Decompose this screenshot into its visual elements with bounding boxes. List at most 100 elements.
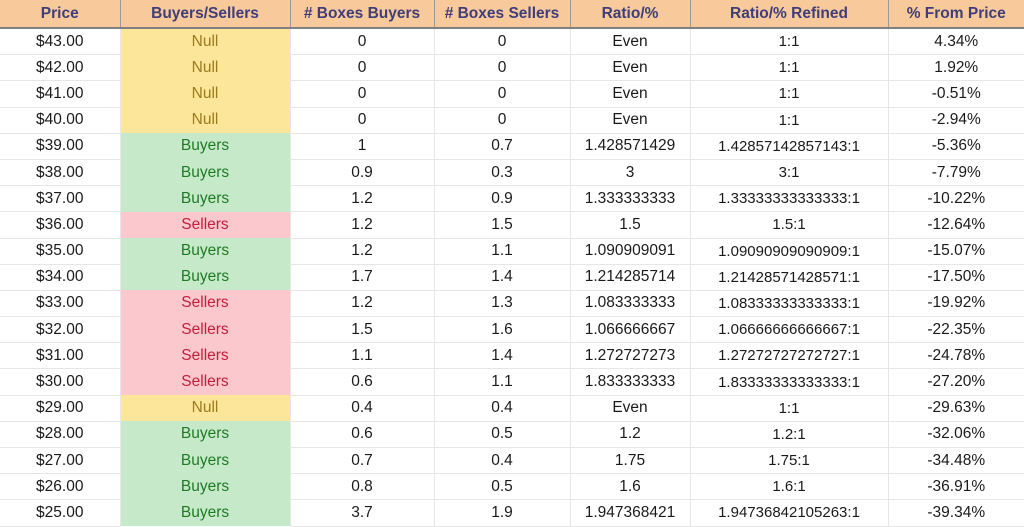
cell-side-null[interactable]: Null [120, 28, 291, 55]
cell-boxsell[interactable]: 0 [434, 80, 571, 108]
cell-boxbuy[interactable]: 0.9 [290, 159, 435, 187]
cell-frompx[interactable]: -19.92% [888, 290, 1024, 318]
cell-ratioref[interactable]: 1.27272727272727:1 [690, 342, 889, 370]
cell-boxbuy[interactable]: 1.2 [290, 238, 435, 265]
cell-boxbuy[interactable]: 0.4 [290, 395, 435, 422]
cell-price[interactable]: $36.00 [0, 211, 121, 239]
cell-frompx[interactable]: -15.07% [888, 238, 1024, 265]
cell-boxbuy[interactable]: 1.2 [290, 185, 435, 213]
cell-ratioref[interactable]: 1.09090909090909:1 [690, 238, 889, 265]
cell-side-null[interactable]: Null [120, 107, 291, 134]
cell-side-buyers[interactable]: Buyers [120, 185, 291, 212]
cell-ratio[interactable]: 1.833333333 [570, 368, 691, 396]
cell-ratioref[interactable]: 1.06666666666667:1 [690, 316, 889, 344]
cell-price[interactable]: $34.00 [0, 264, 121, 291]
cell-boxsell[interactable]: 1.3 [434, 290, 571, 318]
cell-side-buyers[interactable]: Buyers [120, 133, 291, 160]
column-header-frompx[interactable]: % From Price [888, 0, 1024, 29]
cell-frompx[interactable]: -5.36% [888, 133, 1024, 160]
cell-boxbuy[interactable]: 0.7 [290, 447, 435, 475]
cell-frompx[interactable]: -39.34% [888, 499, 1024, 527]
cell-ratio[interactable]: 1.947368421 [570, 499, 691, 527]
column-header-side[interactable]: Buyers/Sellers [120, 0, 291, 29]
cell-price[interactable]: $42.00 [0, 54, 121, 82]
cell-ratio[interactable]: 1.428571429 [570, 133, 691, 160]
cell-ratio[interactable]: 1.066666667 [570, 316, 691, 344]
cell-boxsell[interactable]: 1.4 [434, 342, 571, 370]
column-header-boxbuy[interactable]: # Boxes Buyers [290, 0, 435, 29]
cell-frompx[interactable]: -7.79% [888, 159, 1024, 187]
cell-frompx[interactable]: 1.92% [888, 54, 1024, 82]
cell-ratio[interactable]: 1.75 [570, 447, 691, 475]
cell-price[interactable]: $39.00 [0, 133, 121, 160]
cell-boxbuy[interactable]: 3.7 [290, 499, 435, 527]
cell-ratioref[interactable]: 1:1 [690, 395, 889, 422]
cell-price[interactable]: $43.00 [0, 28, 121, 56]
cell-boxbuy[interactable]: 0 [290, 54, 435, 82]
cell-side-buyers[interactable]: Buyers [120, 159, 291, 186]
cell-side-null[interactable]: Null [120, 54, 291, 81]
cell-price[interactable]: $33.00 [0, 290, 121, 318]
cell-frompx[interactable]: -27.20% [888, 368, 1024, 396]
cell-boxsell[interactable]: 0 [434, 28, 571, 56]
cell-ratio[interactable]: 1.6 [570, 473, 691, 501]
column-header-ratioref[interactable]: Ratio/% Refined [690, 0, 889, 29]
cell-frompx[interactable]: -0.51% [888, 80, 1024, 108]
cell-boxbuy[interactable]: 1.2 [290, 211, 435, 239]
cell-side-buyers[interactable]: Buyers [120, 473, 291, 500]
cell-boxbuy[interactable]: 1.5 [290, 316, 435, 344]
cell-boxbuy[interactable]: 0 [290, 28, 435, 56]
cell-ratioref[interactable]: 1.6:1 [690, 473, 889, 501]
cell-ratio[interactable]: 1.214285714 [570, 264, 691, 291]
cell-side-sellers[interactable]: Sellers [120, 290, 291, 317]
cell-frompx[interactable]: -17.50% [888, 264, 1024, 291]
cell-price[interactable]: $27.00 [0, 447, 121, 475]
cell-ratioref[interactable]: 1.75:1 [690, 447, 889, 475]
cell-boxsell[interactable]: 1.4 [434, 264, 571, 291]
cell-ratio[interactable]: Even [570, 28, 691, 56]
cell-boxbuy[interactable]: 0.6 [290, 368, 435, 396]
cell-price[interactable]: $40.00 [0, 107, 121, 134]
cell-boxsell[interactable]: 0.3 [434, 159, 571, 187]
cell-frompx[interactable]: -2.94% [888, 107, 1024, 134]
cell-ratio[interactable]: 1.333333333 [570, 185, 691, 213]
cell-ratio[interactable]: Even [570, 80, 691, 108]
cell-side-buyers[interactable]: Buyers [120, 447, 291, 474]
cell-ratio[interactable]: Even [570, 107, 691, 134]
cell-ratioref[interactable]: 1.2:1 [690, 421, 889, 449]
cell-side-sellers[interactable]: Sellers [120, 368, 291, 396]
cell-ratioref[interactable]: 1.94736842105263:1 [690, 499, 889, 527]
cell-price[interactable]: $28.00 [0, 421, 121, 449]
cell-frompx[interactable]: -34.48% [888, 447, 1024, 475]
cell-boxbuy[interactable]: 0 [290, 80, 435, 108]
cell-frompx[interactable]: -32.06% [888, 421, 1024, 449]
cell-side-sellers[interactable]: Sellers [120, 316, 291, 343]
cell-price[interactable]: $38.00 [0, 159, 121, 187]
cell-ratio[interactable]: 3 [570, 159, 691, 187]
cell-price[interactable]: $30.00 [0, 368, 121, 396]
cell-boxsell[interactable]: 1.9 [434, 499, 571, 527]
cell-frompx[interactable]: -29.63% [888, 395, 1024, 422]
cell-ratio[interactable]: Even [570, 54, 691, 82]
cell-ratioref[interactable]: 1.33333333333333:1 [690, 185, 889, 213]
cell-boxsell[interactable]: 0.5 [434, 421, 571, 449]
cell-ratioref[interactable]: 1.08333333333333:1 [690, 290, 889, 318]
cell-price[interactable]: $37.00 [0, 185, 121, 213]
cell-boxsell[interactable]: 1.5 [434, 211, 571, 239]
cell-ratioref[interactable]: 1:1 [690, 54, 889, 82]
cell-ratioref[interactable]: 1.83333333333333:1 [690, 368, 889, 396]
cell-frompx[interactable]: -22.35% [888, 316, 1024, 344]
cell-boxsell[interactable]: 0.5 [434, 473, 571, 501]
cell-boxbuy[interactable]: 0.6 [290, 421, 435, 449]
column-header-ratio[interactable]: Ratio/% [570, 0, 691, 29]
cell-frompx[interactable]: -36.91% [888, 473, 1024, 501]
cell-price[interactable]: $35.00 [0, 238, 121, 265]
cell-ratioref[interactable]: 1.42857142857143:1 [690, 133, 889, 160]
cell-boxsell[interactable]: 1.6 [434, 316, 571, 344]
cell-side-buyers[interactable]: Buyers [120, 264, 291, 291]
column-header-price[interactable]: Price [0, 0, 121, 29]
cell-ratio[interactable]: 1.083333333 [570, 290, 691, 318]
cell-ratioref[interactable]: 1:1 [690, 28, 889, 56]
cell-price[interactable]: $26.00 [0, 473, 121, 501]
cell-side-sellers[interactable]: Sellers [120, 342, 291, 369]
